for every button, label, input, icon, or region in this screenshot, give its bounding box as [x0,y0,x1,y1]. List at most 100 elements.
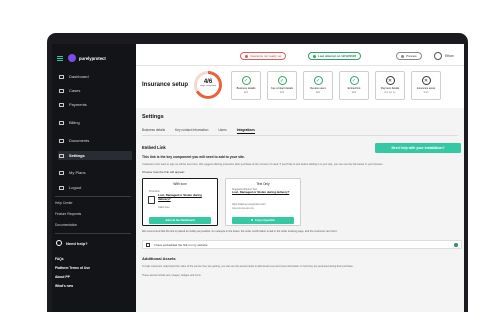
step-label: Insurance setup [416,87,436,90]
check-circle-icon: ✓ [313,76,323,85]
grid-icon [59,74,64,79]
sidebar-item-dashboard[interactable]: Dashboard [58,72,132,81]
sidebar-item-payments[interactable]: Payments [58,100,132,109]
status-dot-icon [245,54,248,58]
faqs-link[interactable]: FAQs [55,257,64,261]
brand-logo[interactable]: purelyprotect [57,53,106,63]
sidebar-item-billing[interactable]: Billing [58,118,132,127]
embedded-confirmation-row[interactable]: I have embedded the link on my website [142,240,462,249]
step-label: Review users [310,87,326,90]
close-circle-icon: ✕ [385,76,395,85]
step-business-details[interactable]: ✓ Business details Edit [231,71,261,100]
step-label: Business details [236,87,256,90]
about-link[interactable]: About PP [55,275,70,279]
top-bar: Insurance not ready yet Last attempt on … [136,44,464,66]
documentation-link[interactable]: Documentation [55,223,77,227]
step-action[interactable]: Edit [340,91,368,94]
insurance-status-label: Insurance not ready yet [250,54,282,58]
step-action[interactable]: Start [412,91,440,94]
embed-link-description: This link is the key component you will … [142,155,245,159]
last-attempt-badge: Last attempt on 12/12/2023 [308,52,362,60]
help-center-link[interactable]: Help Center [55,201,73,205]
option-with-icon-card[interactable]: With Icon Protection Lost, Damaged or St… [142,178,218,226]
check-circle-icon: ✓ [241,76,251,85]
sidebar-item-label: Payments [69,102,87,107]
sidebar-item-label: Dashboard [69,74,89,79]
sidebar-item-documents[interactable]: Documents [58,136,132,145]
option-title: With Icon [173,182,187,186]
sidebar-item-settings[interactable]: Settings [58,151,132,160]
tabs-divider [142,135,458,136]
need-help-button[interactable]: Need help? [56,240,88,246]
sidebar: purelyprotect Dashboard Cases Payments B… [52,44,136,312]
tab-integrations[interactable]: Integrations [236,128,255,134]
check-circle-icon: ✓ [349,76,359,85]
document-icon [148,196,155,204]
sidebar-item-label: Settings [69,153,85,158]
step-payment-details[interactable]: ✕ Payment details Not set up [375,71,405,100]
embed-link-heading: Embed Link [142,145,166,150]
gear-icon [59,153,64,158]
sidebar-divider [55,233,131,234]
sidebar-item-label: Documents [69,138,90,143]
check-circle-icon: ✓ [277,76,287,85]
sidebar-item-label: Logout [69,185,82,190]
tab-business-details[interactable]: Business details [142,128,165,134]
status-dot-icon [454,242,458,247]
progress-center: 4/6 steps completed [197,74,219,96]
link-url-line: /xxx-xxx-xxx-xxx-xxx [232,207,254,210]
embedded-confirmation-label: I have embedded the link on my website [154,242,208,247]
check-circle-icon [313,54,316,58]
need-help-label: Need help? [66,240,88,246]
hamburger-menu-icon[interactable] [57,55,63,61]
sidebar-item-label: Billing [69,120,80,125]
app-window: purelyprotect Dashboard Cases Payments B… [52,44,464,312]
progress-ring: 4/6 steps completed [194,71,222,99]
folder-icon [59,88,64,93]
close-circle-icon: ✕ [421,76,431,85]
link-url-line: https://claims.purelyprotect.com [232,203,266,206]
step-embed-link[interactable]: ✓ Embed link Edit [339,71,369,100]
sidebar-divider [55,196,131,197]
tab-key-contact-information[interactable]: Key contact information [175,128,208,134]
platform-terms-link[interactable]: Platform Terms of Use [55,266,90,270]
protection-link-preview[interactable]: Lost, Damaged or Stolen during delivery? [232,190,298,195]
sidebar-item-logout[interactable]: Logout [58,183,132,192]
tab-users[interactable]: Users [218,128,226,134]
feature-requests-link[interactable]: Feature Requests [55,212,81,216]
option-title: Text Only [256,182,270,186]
eye-icon [401,54,404,58]
page-title: Insurance setup [142,82,189,88]
additional-assets-description: To help customers understand the value o… [142,265,354,268]
protection-link-preview[interactable]: Lost, Damaged or Stolen during delivery? [158,193,214,201]
payments-icon [59,102,64,107]
star-icon [59,170,64,175]
copy-hyperlink-button[interactable]: ⧉ Copy Hyperlink [232,217,294,224]
user-name[interactable]: Ethan [445,54,454,58]
embedded-checkbox[interactable] [146,242,150,247]
sidebar-item-cases[interactable]: Cases [58,86,132,95]
step-review-users[interactable]: ✓ Review users Edit [303,71,333,100]
insurance-setup-header: Insurance setup 4/6 steps completed ✓ Bu… [136,66,464,108]
insurance-status-badge: Insurance not ready yet [240,52,287,60]
additional-assets-note: These assets include text, images, badge… [142,274,202,277]
step-action[interactable]: Edit [232,91,260,94]
step-action[interactable]: Not set up [376,91,404,94]
preview-button[interactable]: Preview [396,52,422,60]
whats-new-link[interactable]: What's new [55,284,73,288]
settings-title: Settings [142,114,164,120]
step-insurance-setup[interactable]: ✕ Insurance setup Start [411,71,441,100]
step-key-contact-details[interactable]: ✓ Key contact details Edit [267,71,297,100]
logout-icon [59,185,64,190]
step-action[interactable]: Edit [268,91,296,94]
last-attempt-label: Last attempt on 12/12/2023 [318,54,357,58]
installation-help-button[interactable]: Need help with your installation? [375,143,461,153]
option-text-only-card[interactable]: Text Only Suggested Partner Text Lost, D… [225,178,301,226]
sidebar-item-label: Cases [69,88,81,93]
add-via-dashboard-button[interactable]: Add via the Dashboard [149,217,211,224]
help-icon [56,240,62,246]
step-action[interactable]: Edit [304,91,332,94]
step-label: Embed link [347,87,361,90]
avatar[interactable] [434,52,442,60]
sidebar-item-my-plans[interactable]: My Plans [58,168,132,177]
